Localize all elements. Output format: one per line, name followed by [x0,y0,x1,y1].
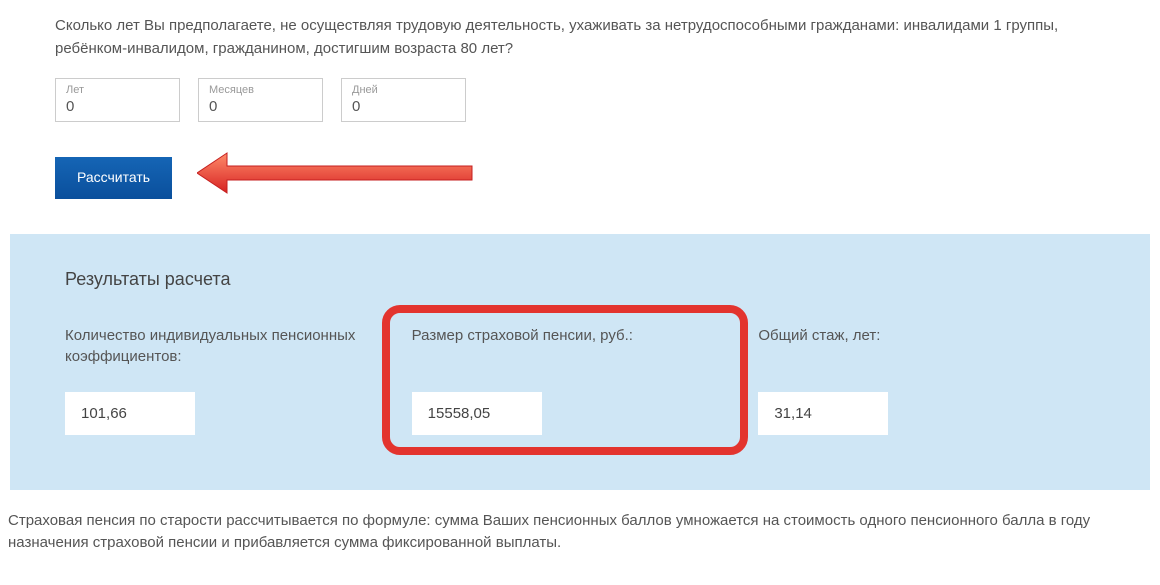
result-points-label: Количество индивидуальных пенсионных коэ… [65,325,402,370]
result-pension-block: Размер страховой пенсии, руб.: 15558,05 [412,325,749,435]
button-row: Рассчитать [0,142,1160,234]
footer-explanation: Страховая пенсия по старости рассчитывае… [0,490,1160,569]
years-label: Лет [66,84,169,96]
days-input[interactable] [352,98,455,115]
results-row: Количество индивидуальных пенсионных коэ… [65,325,1095,435]
result-stage-value: 31,14 [758,392,888,435]
result-stage-label: Общий стаж, лет: [758,325,1095,370]
result-points-value: 101,66 [65,392,195,435]
days-label: Дней [352,84,455,96]
results-title: Результаты расчета [65,269,1095,290]
arrow-annotation [197,168,477,188]
question-text: Сколько лет Вы предполагаете, не осущест… [0,15,1100,78]
period-inputs-row: Лет Месяцев Дней [0,78,1160,142]
months-input-group: Месяцев [198,78,323,122]
result-pension-value: 15558,05 [412,392,542,435]
days-input-group: Дней [341,78,466,122]
years-input[interactable] [66,98,169,115]
years-input-group: Лет [55,78,180,122]
months-label: Месяцев [209,84,312,96]
result-pension-label: Размер страховой пенсии, руб.: [412,325,719,370]
result-stage-block: Общий стаж, лет: 31,14 [758,325,1095,435]
results-panel: Результаты расчета Количество индивидуал… [10,234,1150,490]
result-points-block: Количество индивидуальных пенсионных коэ… [65,325,402,435]
months-input[interactable] [209,98,312,115]
calculate-button[interactable]: Рассчитать [55,157,172,199]
